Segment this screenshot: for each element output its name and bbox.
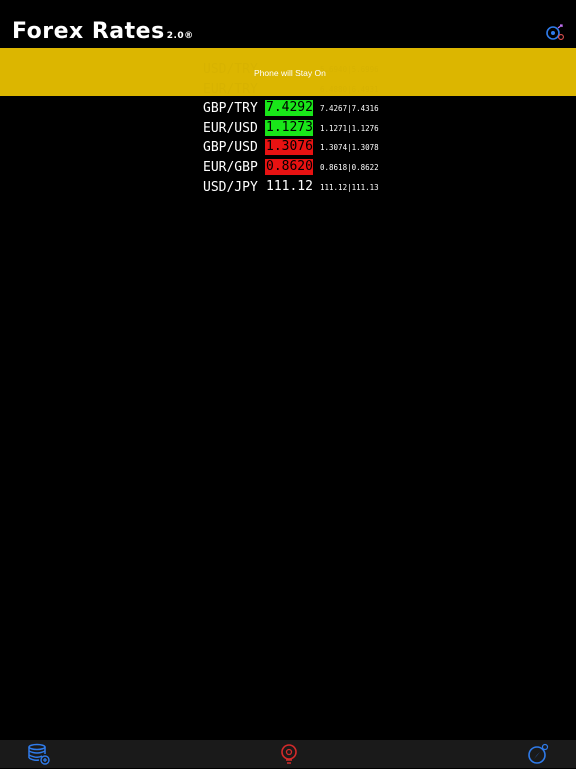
bottom-toolbar	[0, 740, 576, 768]
app-title-text: Forex Rates	[12, 19, 165, 44]
rate-row[interactable]: EUR/USD 1.1273 1.1271|1.1276	[203, 119, 403, 139]
rate-row[interactable]: EUR/TRY 6.4880|6.4931	[203, 80, 403, 100]
currency-pair: GBP/USD	[203, 140, 258, 156]
rate-row[interactable]: GBP/USD 1.3076 1.3074|1.3078	[203, 138, 403, 158]
compass-settings-icon	[528, 743, 549, 764]
rate-row[interactable]: USD/TRY 5.6940|5.6996	[203, 60, 403, 80]
currency-pair: USD/TRY	[203, 62, 258, 77]
rate-value	[265, 81, 313, 97]
rate-value: 0.8620	[265, 158, 313, 175]
rate-row[interactable]: GBP/TRY 7.4292 7.4267|7.4316	[203, 99, 403, 119]
refresh-button[interactable]	[543, 22, 567, 44]
rate-value	[265, 61, 313, 77]
bid-ask-range: 1.3074|1.3078	[320, 143, 379, 153]
currency-pair: GBP/TRY	[203, 101, 258, 117]
rate-value: 1.3076	[265, 139, 313, 156]
currency-pair: EUR/USD	[203, 120, 258, 136]
currency-pair: EUR/GBP	[203, 159, 258, 175]
rate-value: 7.4292	[265, 100, 313, 117]
rate-row[interactable]: USD/JPY 111.12 111.12|111.13	[203, 178, 403, 198]
currency-pair: EUR/TRY	[203, 81, 258, 97]
bid-ask-range: 111.12|111.13	[320, 182, 379, 192]
currency-pair: USD/JPY	[203, 179, 258, 195]
settings-button[interactable]	[527, 743, 549, 765]
screen-on-button[interactable]	[278, 743, 300, 765]
bid-ask-range: 7.4267|7.4316	[320, 104, 379, 114]
bid-ask-range: 0.8618|0.8622	[320, 162, 379, 172]
bid-ask-range: 1.1271|1.1276	[320, 123, 379, 133]
rate-value: 111.12	[266, 178, 313, 194]
bid-ask-range: 5.6940|5.6996	[320, 65, 379, 74]
app-version: 2.0®	[166, 31, 194, 41]
app-header: Forex Rates 2.0®	[0, 0, 576, 48]
rate-row[interactable]: EUR/GBP 0.8620 0.8618|0.8622	[203, 158, 403, 178]
bid-ask-range: 6.4880|6.4931	[320, 84, 379, 94]
app-title: Forex Rates 2.0®	[12, 17, 194, 51]
lightbulb-icon	[281, 744, 297, 764]
rates-list: USD/TRY 5.6940|5.6996 EUR/TRY 6.4880|6.4931…	[203, 60, 403, 197]
rate-value: 1.1273	[265, 119, 313, 136]
refresh-settings-icon	[546, 24, 564, 40]
database-add-icon	[28, 743, 50, 765]
add-source-button[interactable]	[28, 743, 50, 765]
